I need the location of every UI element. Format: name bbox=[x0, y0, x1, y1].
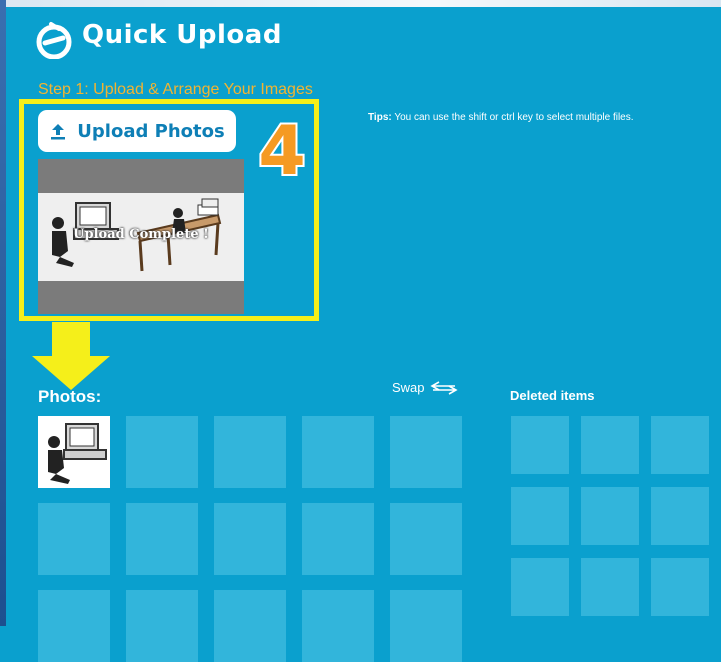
photo-slot[interactable] bbox=[38, 590, 110, 662]
photo-slot[interactable] bbox=[302, 503, 374, 575]
upload-photos-label: Upload Photos bbox=[77, 120, 225, 142]
left-edge bbox=[0, 0, 6, 626]
deleted-slot[interactable] bbox=[581, 416, 639, 474]
step-heading: Step 1: Upload & Arrange Your Images bbox=[38, 81, 313, 98]
upload-preview: Upload Complete ! bbox=[38, 159, 244, 314]
top-strip bbox=[0, 0, 721, 7]
step-number-annotation: 4 bbox=[256, 110, 307, 188]
photo-slot[interactable] bbox=[390, 416, 462, 488]
upload-photos-button[interactable]: Upload Photos bbox=[38, 110, 236, 152]
photo-slot[interactable] bbox=[390, 503, 462, 575]
photo-slot[interactable] bbox=[214, 503, 286, 575]
tips-body: You can use the shift or ctrl key to sel… bbox=[391, 112, 634, 123]
photos-label: Photos: bbox=[38, 387, 102, 406]
swap-arrows-icon bbox=[429, 380, 458, 395]
photo-thumbnail[interactable] bbox=[38, 416, 110, 488]
upload-status: Upload Complete ! bbox=[73, 227, 209, 242]
photo-slot[interactable] bbox=[126, 590, 198, 662]
deleted-slot[interactable] bbox=[581, 558, 639, 616]
quick-upload-logo-icon bbox=[36, 22, 72, 59]
step-number-text: 4 bbox=[258, 112, 305, 188]
deleted-slot[interactable] bbox=[511, 416, 569, 474]
deleted-items-label: Deleted items bbox=[510, 388, 595, 403]
photo-slot[interactable] bbox=[214, 416, 286, 488]
photo-slot[interactable] bbox=[302, 590, 374, 662]
photo-slot[interactable] bbox=[390, 590, 462, 662]
swap-label: Swap bbox=[392, 380, 425, 395]
upload-icon bbox=[51, 124, 66, 140]
photo-thumbnail-image bbox=[48, 423, 107, 484]
photo-slot[interactable] bbox=[302, 416, 374, 488]
deleted-slot[interactable] bbox=[511, 558, 569, 616]
deleted-slot[interactable] bbox=[651, 487, 709, 545]
deleted-slot[interactable] bbox=[651, 416, 709, 474]
deleted-slot[interactable] bbox=[581, 487, 639, 545]
tips-text: Tips: You can use the shift or ctrl key … bbox=[368, 112, 634, 123]
swap-button[interactable]: Swap bbox=[392, 380, 459, 395]
deleted-slot[interactable] bbox=[511, 487, 569, 545]
deleted-slot[interactable] bbox=[651, 558, 709, 616]
app-title: Quick Upload bbox=[82, 20, 282, 50]
photo-slot[interactable] bbox=[126, 416, 198, 488]
photo-slot[interactable] bbox=[126, 503, 198, 575]
photo-slot[interactable] bbox=[38, 503, 110, 575]
photo-slot[interactable] bbox=[214, 590, 286, 662]
down-arrow-annotation bbox=[32, 322, 110, 390]
tips-label: Tips: bbox=[368, 112, 392, 123]
